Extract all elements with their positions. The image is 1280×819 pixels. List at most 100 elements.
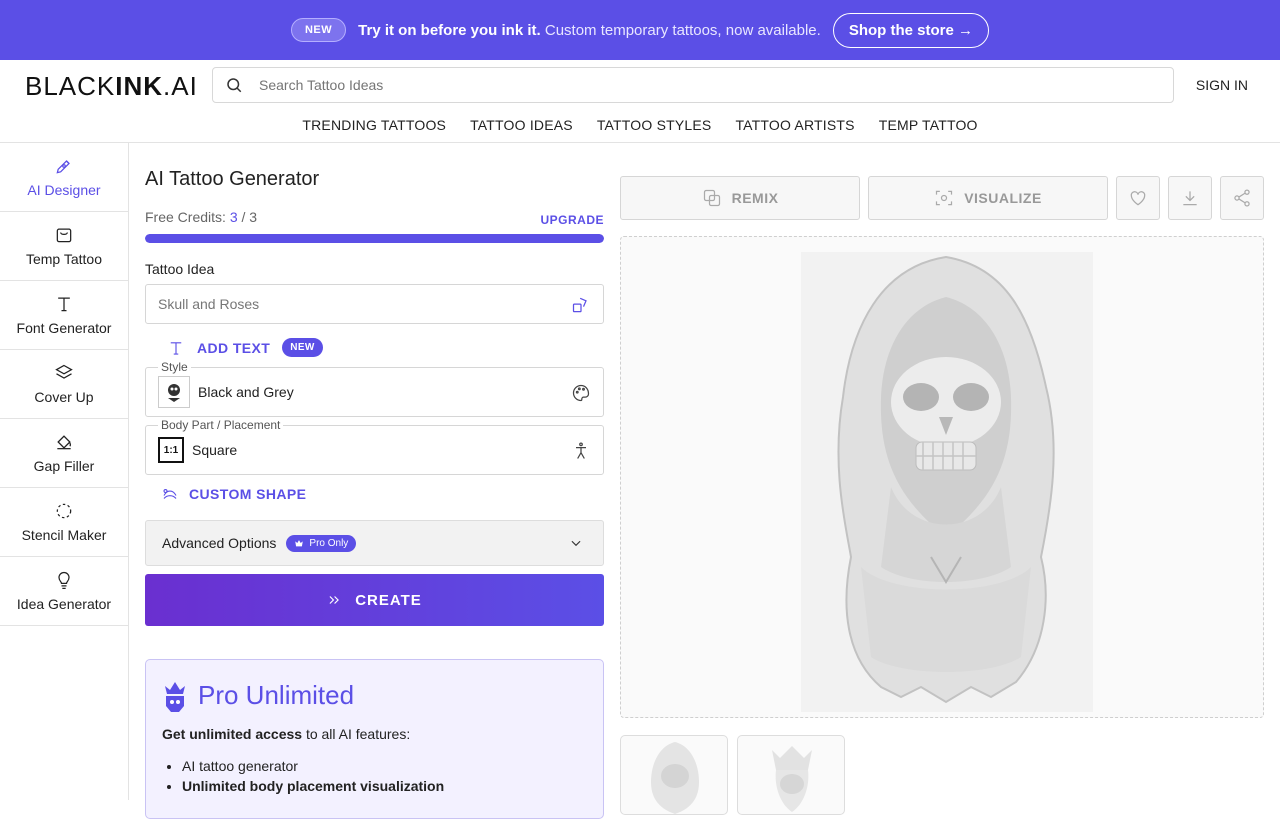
download-icon [1183, 191, 1197, 206]
double-chevron-right-icon [329, 596, 340, 604]
nav-tattoo-ideas[interactable]: TATTOO IDEAS [458, 110, 585, 142]
remix-label: REMIX [731, 190, 779, 206]
placement-value: Square [192, 442, 238, 458]
banner-subline: Custom temporary tattoos, now available. [544, 21, 821, 39]
lightbulb-icon [58, 571, 70, 589]
sidebar-item-idea-generator[interactable]: Idea Generator [0, 557, 128, 626]
banner-headline: Try it on before you ink it. [358, 21, 541, 39]
pro-unlimited-card: Pro Unlimited Get unlimited access to al… [145, 659, 604, 819]
logo[interactable]: BLACKINK.AI [25, 71, 198, 102]
crown-skull-icon [165, 682, 185, 712]
scan-eye-icon [936, 190, 953, 206]
placement-select[interactable]: Body Part / Placement 1:1 Square [145, 418, 604, 475]
result-toolbar: REMIX VISUALIZE [620, 176, 1264, 220]
type-icon [170, 341, 182, 355]
shapes-icon[interactable] [571, 295, 591, 315]
sidebar-item-label: AI Designer [27, 182, 101, 198]
favorite-button[interactable] [1116, 176, 1160, 220]
logo-ai: .AI [163, 71, 198, 101]
credits-text: Free Credits: 3 / 3 [145, 209, 257, 227]
sidebar-item-label: Temp Tattoo [25, 251, 102, 267]
body-figure-icon [576, 442, 586, 459]
download-button[interactable] [1168, 176, 1212, 220]
main-nav: TRENDING TATTOOS TATTOO IDEAS TATTOO STY… [0, 110, 1280, 143]
header: BLACKINK.AI SIGN IN [0, 60, 1280, 110]
visualize-button[interactable]: VISUALIZE [868, 176, 1108, 220]
nav-tattoo-artists[interactable]: TATTOO ARTISTS [723, 110, 866, 142]
layers-icon [55, 364, 73, 379]
tattoo-idea-input[interactable]: Skull and Roses [158, 296, 259, 312]
credits-row: Free Credits: 3 / 3 UPGRADE [145, 209, 604, 227]
sidebar-item-cover-up[interactable]: Cover Up [0, 350, 128, 419]
pro-features-list: AI tattoo generator Unlimited body place… [182, 756, 587, 796]
upgrade-link[interactable]: UPGRADE [540, 213, 604, 227]
list-item: Unlimited body placement visualization [182, 776, 587, 796]
generator-panel: AI Tattoo Generator Free Credits: 3 / 3 … [145, 143, 604, 819]
tools-sidebar: AI Designer Temp Tattoo Font Generator C… [0, 143, 129, 800]
pro-desc-bold: Get unlimited access [162, 726, 303, 742]
sign-in-link[interactable]: SIGN IN [1196, 77, 1248, 93]
style-legend: Style [158, 360, 191, 374]
sidebar-item-ai-designer[interactable]: AI Designer [0, 143, 128, 212]
nav-tattoo-styles[interactable]: TATTOO STYLES [585, 110, 724, 142]
share-icon [1234, 189, 1250, 207]
sidebar-item-stencil-maker[interactable]: Stencil Maker [0, 488, 128, 557]
history-thumbnails [620, 735, 845, 815]
tattoo-preview-canvas[interactable] [620, 236, 1264, 718]
create-button[interactable]: CREATE [145, 574, 604, 626]
type-icon [58, 297, 70, 312]
sidebar-item-gap-filler[interactable]: Gap Filler [0, 419, 128, 488]
pro-only-badge: Pro Only [286, 534, 357, 552]
sidebar-item-font-generator[interactable]: Font Generator [0, 281, 128, 350]
remix-button[interactable]: REMIX [620, 176, 860, 220]
remix-icon [703, 189, 720, 207]
sidebar-item-label: Idea Generator [16, 596, 112, 612]
style-thumbnail [158, 376, 190, 408]
tattoo-idea-label: Tattoo Idea [145, 261, 215, 277]
pro-title-text: Pro Unlimited [198, 679, 355, 710]
share-button[interactable] [1220, 176, 1264, 220]
new-badge: NEW [290, 18, 347, 42]
heart-icon [1130, 191, 1146, 206]
credits-label: Free Credits: [145, 209, 226, 225]
add-text-label: ADD TEXT [197, 339, 271, 356]
crowned-skull-thumb [772, 746, 812, 812]
pro-title: Pro Unlimited [162, 676, 587, 714]
logo-black: BLACK [25, 71, 116, 101]
sidebar-item-label: Font Generator [16, 320, 112, 336]
pro-description: Get unlimited access to all AI features: [162, 726, 587, 742]
rose-skull-icon [168, 384, 180, 402]
aspect-ratio-icon: 1:1 [158, 437, 184, 463]
history-thumbnail[interactable] [620, 735, 728, 815]
sidebar-item-label: Gap Filler [33, 458, 95, 474]
nav-trending-tattoos[interactable]: TRENDING TATTOOS [290, 110, 458, 142]
credits-used: 3 [229, 209, 238, 225]
hooded-skull-image [801, 252, 1093, 712]
credits-total: 3 [249, 209, 258, 225]
create-label: CREATE [355, 591, 422, 609]
custom-shape-icon [163, 488, 177, 499]
sidebar-item-temp-tattoo[interactable]: Temp Tattoo [0, 212, 128, 281]
advanced-options-label: Advanced Options [162, 535, 277, 551]
tattoo-idea-field[interactable]: Skull and Roses [145, 284, 604, 324]
chevron-down-icon [571, 540, 581, 547]
advanced-options-toggle[interactable]: Advanced Options Pro Only [145, 520, 604, 566]
credits-progress-bar [145, 234, 604, 243]
custom-shape-button[interactable]: CUSTOM SHAPE [161, 485, 604, 503]
list-item: AI tattoo generator [182, 756, 587, 776]
crown-icon [295, 540, 304, 547]
credits-progress-fill [145, 234, 604, 243]
page-title: AI Tattoo Generator [145, 168, 320, 190]
nav-temp-tattoo[interactable]: TEMP TATTOO [867, 110, 990, 142]
history-thumbnail[interactable] [737, 735, 845, 815]
style-value: Black and Grey [198, 384, 294, 400]
style-select[interactable]: Style Black and Grey [145, 360, 604, 417]
shop-store-button[interactable]: Shop the store → [832, 12, 990, 48]
search-icon [227, 78, 242, 93]
add-text-button[interactable]: ADD TEXT NEW [167, 338, 604, 357]
visualize-label: VISUALIZE [964, 190, 1042, 206]
sidebar-item-label: Cover Up [34, 389, 94, 405]
search-input[interactable] [259, 77, 1139, 93]
shopping-bag-icon [56, 228, 72, 243]
credits-sep: / [237, 209, 250, 225]
